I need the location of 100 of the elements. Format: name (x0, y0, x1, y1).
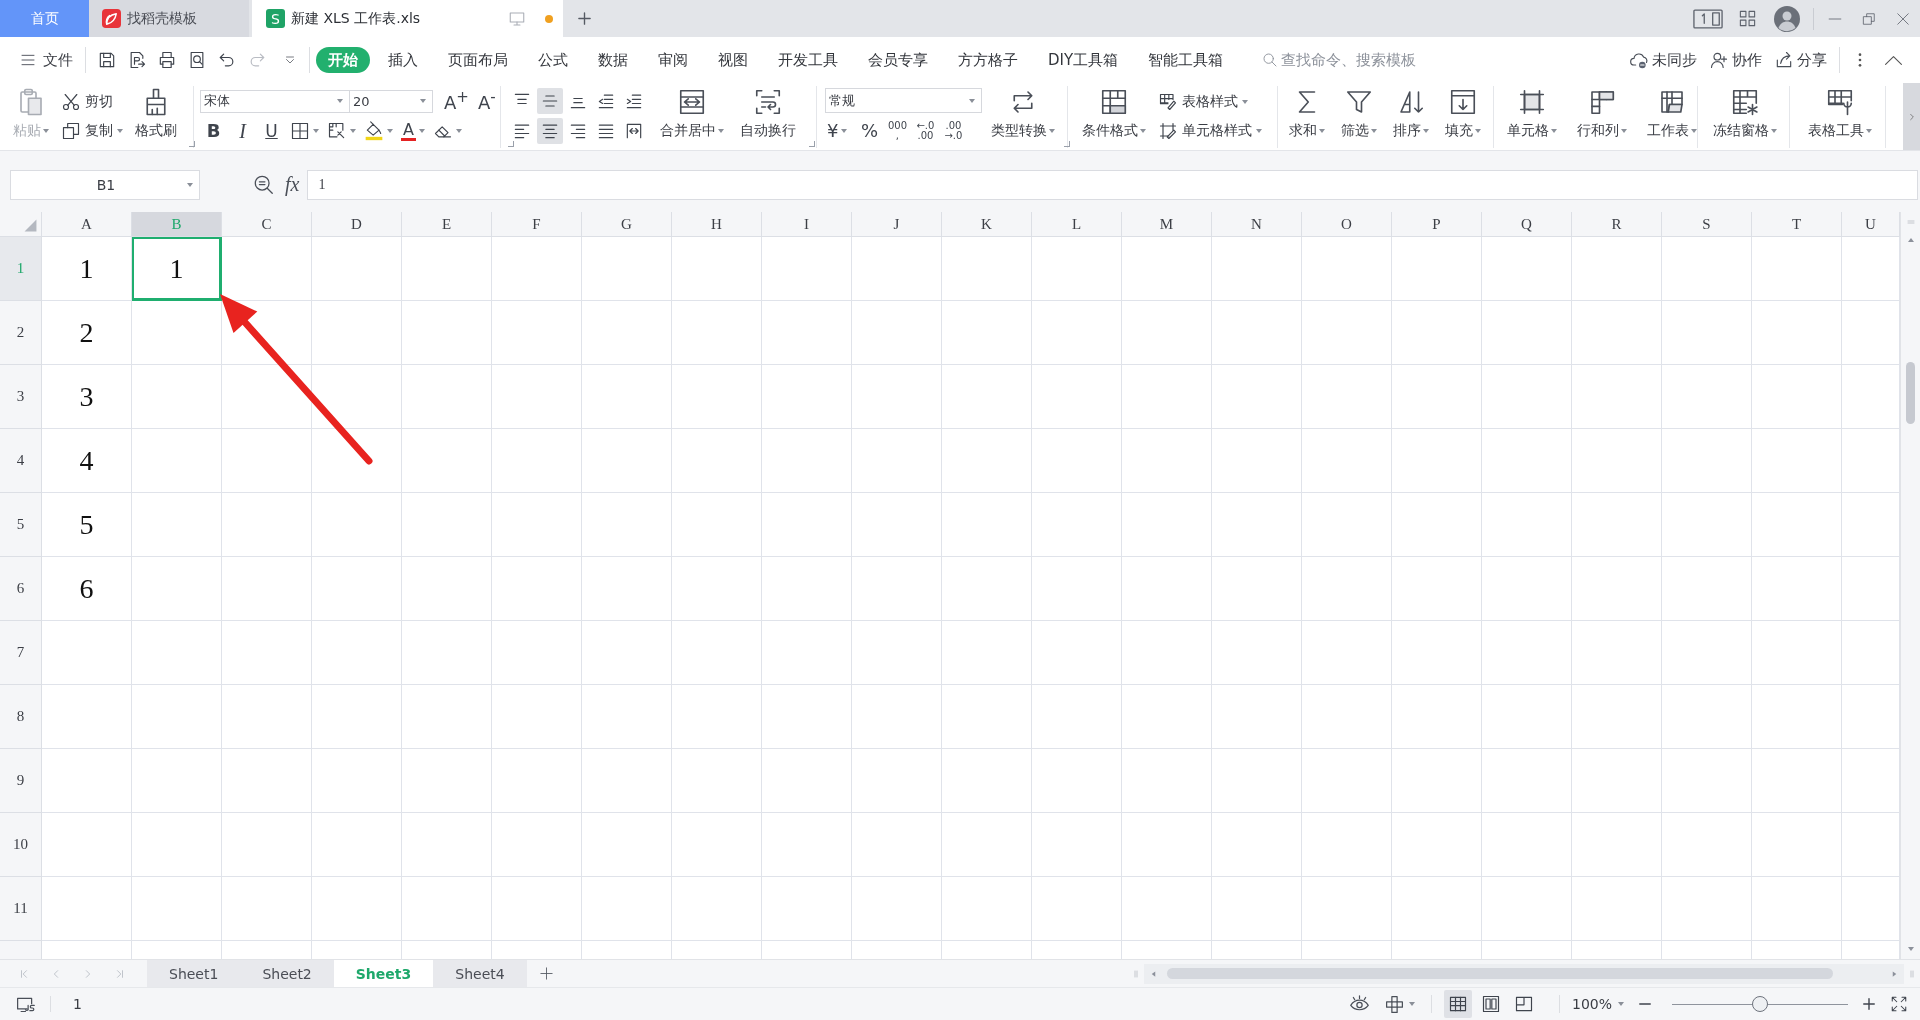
number-format-select[interactable]: 常规 (825, 88, 982, 114)
caret-icon[interactable] (350, 129, 356, 133)
zoom-level-button[interactable]: 100% (1571, 996, 1624, 1012)
fullscreen-icon[interactable] (1890, 995, 1908, 1013)
row-header[interactable]: 7 (0, 621, 42, 685)
save-icon[interactable] (97, 50, 117, 70)
caret-icon[interactable] (1475, 129, 1481, 133)
format-painter-button[interactable]: 格式刷 (132, 86, 180, 148)
column-header[interactable]: J (852, 212, 942, 237)
caret-icon[interactable] (313, 129, 319, 133)
caret-icon[interactable] (1621, 129, 1627, 133)
scroll-down-icon[interactable] (1906, 945, 1915, 953)
column-header[interactable]: F (492, 212, 582, 237)
font-size-select[interactable]: 20 (349, 89, 433, 113)
close-icon[interactable] (1896, 11, 1910, 26)
slider-thumb[interactable] (1752, 996, 1768, 1012)
ribbon-tab[interactable]: 插入 (376, 47, 430, 73)
column-header[interactable]: K (942, 212, 1032, 237)
caret-icon[interactable] (418, 129, 425, 133)
dialog-launcher-icon[interactable] (189, 141, 195, 147)
window-tab[interactable]: 找稻壳模板 (89, 0, 249, 37)
ribbon-tab[interactable]: 方方格子 (946, 47, 1030, 73)
print-icon[interactable] (157, 50, 177, 70)
dialog-launcher-icon[interactable] (809, 141, 815, 147)
ribbon-tab[interactable]: 开发工具 (766, 47, 850, 73)
caret-icon[interactable] (841, 128, 848, 133)
fill-button[interactable]: 填充 (1442, 86, 1484, 148)
scrollbar-thumb[interactable] (1906, 362, 1915, 424)
magnifier-icon[interactable] (253, 173, 275, 196)
scrollbar-thumb[interactable] (1167, 968, 1833, 979)
sheet-tab[interactable]: Sheet1 (147, 960, 241, 987)
sheet-tab[interactable]: Sheet2 (240, 960, 334, 987)
sheet-tab[interactable]: Sheet4 (433, 960, 527, 987)
row-header[interactable]: 11 (0, 877, 42, 941)
cells-button[interactable]: 单元格 (1504, 86, 1560, 148)
column-header[interactable]: R (1572, 212, 1662, 237)
ribbon-tab[interactable]: 会员专享 (856, 47, 940, 73)
column-header[interactable]: O (1302, 212, 1392, 237)
caret-icon[interactable] (187, 182, 193, 187)
font-color-button[interactable]: A (398, 118, 428, 144)
row-header[interactable]: 4 (0, 429, 42, 493)
caret-icon[interactable] (117, 128, 123, 133)
caret-icon[interactable] (1771, 129, 1777, 133)
caret-icon[interactable] (1551, 129, 1557, 133)
merge-center-button[interactable]: 合并居中 (657, 86, 727, 148)
row-header[interactable]: 8 (0, 685, 42, 749)
underline-button[interactable]: U (258, 118, 285, 144)
worksheet-button[interactable]: 工作表 (1644, 86, 1700, 148)
italic-button[interactable]: I (229, 118, 256, 144)
horizontal-scrollbar[interactable] (1144, 963, 1904, 984)
column-header[interactable]: U (1842, 212, 1900, 237)
decrease-decimal-button[interactable]: .00 →.0 (940, 117, 967, 144)
caret-icon[interactable] (1242, 99, 1248, 104)
row-header[interactable]: 10 (0, 813, 42, 877)
avatar-icon[interactable] (1774, 5, 1800, 32)
ribbon-tab[interactable]: 公式 (526, 47, 580, 73)
search-field[interactable]: 查找命令、搜索模板 (1262, 51, 1422, 69)
caret-icon[interactable] (1423, 129, 1429, 133)
column-header[interactable]: M (1122, 212, 1212, 237)
plus-icon[interactable] (577, 11, 592, 26)
ribbon-tab[interactable]: 视图 (706, 47, 760, 73)
increase-decimal-button[interactable]: ←.0 .00 (912, 117, 939, 144)
ribbon-tab[interactable]: 审阅 (646, 47, 700, 73)
row-header[interactable]: 3 (0, 365, 42, 429)
increase-font-button[interactable]: A$^{+}$ (441, 88, 472, 114)
caret-icon[interactable] (1866, 129, 1872, 133)
column-header[interactable]: I (762, 212, 852, 237)
dialog-launcher-icon[interactable] (507, 141, 514, 147)
copy-button[interactable]: 复制 (61, 120, 123, 141)
select-all-button[interactable] (0, 212, 42, 237)
column-header[interactable]: E (402, 212, 492, 237)
restore-icon[interactable] (1862, 11, 1876, 26)
currency-button[interactable]: ¥ (824, 117, 851, 144)
align-center-button[interactable] (537, 118, 563, 144)
column-header[interactable]: N (1212, 212, 1302, 237)
scroll-up-icon[interactable] (1906, 236, 1915, 244)
caret-icon[interactable] (337, 99, 343, 103)
caret-icon[interactable] (1691, 129, 1697, 133)
vertical-scrollbar[interactable] (1900, 212, 1920, 959)
column-header[interactable]: Q (1482, 212, 1572, 237)
column-header[interactable]: L (1032, 212, 1122, 237)
column-header[interactable]: A (42, 212, 132, 237)
function-button[interactable]: fx (285, 173, 300, 196)
column-header[interactable]: C (222, 212, 312, 237)
column-header[interactable]: H (672, 212, 762, 237)
scroll-right-icon[interactable] (1891, 969, 1898, 978)
caret-icon[interactable] (1371, 129, 1377, 133)
formula-input[interactable]: 1 (307, 169, 1918, 200)
name-box[interactable]: B1 (10, 169, 200, 200)
plus-icon[interactable] (538, 966, 554, 981)
ribbon-tab[interactable]: 数据 (586, 47, 640, 73)
convert-type-button[interactable]: 类型转换 (988, 86, 1058, 148)
caret-icon[interactable] (1319, 129, 1325, 133)
caret-icon[interactable] (455, 129, 462, 133)
normal-view-button[interactable] (1443, 990, 1472, 1018)
column-header[interactable]: T (1752, 212, 1842, 237)
column-header[interactable]: D (312, 212, 402, 237)
row-header[interactable]: 2 (0, 301, 42, 365)
bold-button[interactable]: B (200, 118, 227, 144)
row-header[interactable]: 6 (0, 557, 42, 621)
